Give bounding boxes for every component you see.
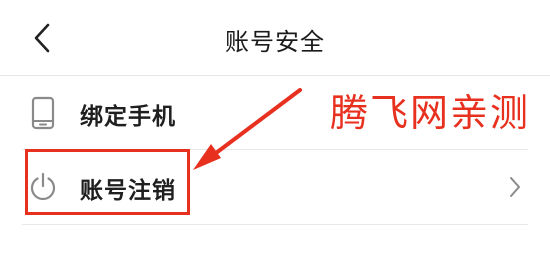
divider — [22, 224, 528, 225]
highlight-box — [25, 149, 190, 215]
bind-phone-label: 绑定手机 — [80, 104, 176, 130]
page-title: 账号安全 — [225, 28, 325, 56]
nav-header: 账号安全 — [0, 0, 550, 76]
chevron-right-icon — [504, 174, 526, 200]
annotation-text: 腾飞网亲测 — [330, 91, 531, 135]
phone-icon — [26, 96, 60, 130]
